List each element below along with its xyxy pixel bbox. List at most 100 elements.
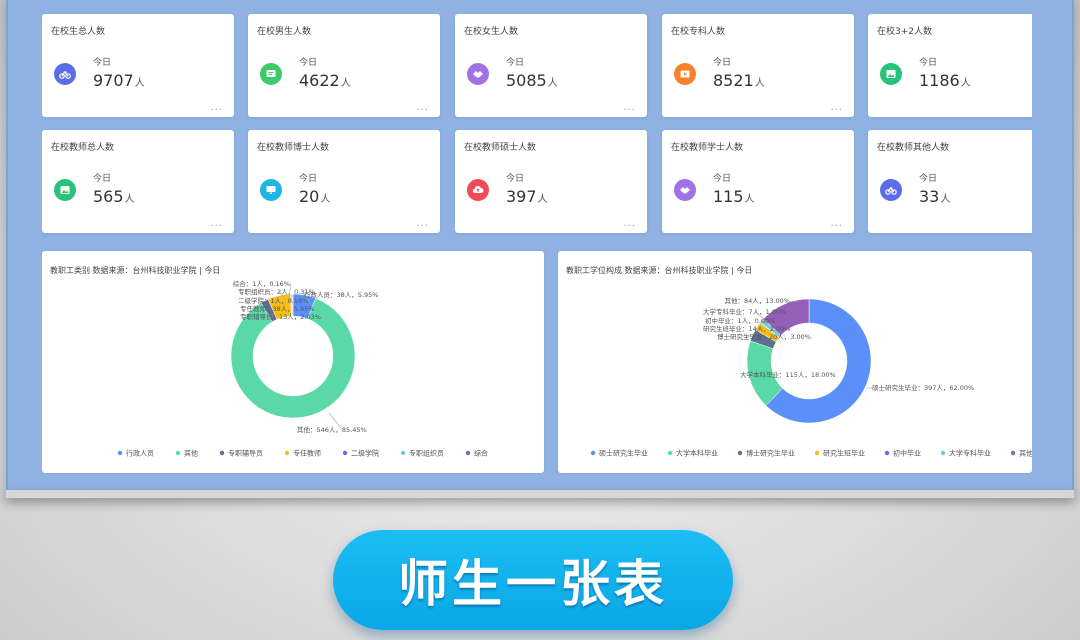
dashboard-screen: 在校生总人数 今日 9707人... 在校男生人数 今日 4622人... 在校女生人数 今日… (42, 14, 1032, 474)
stat-value: 115 (713, 187, 744, 206)
stat-period: 今日 (93, 58, 112, 68)
legend-label[interactable]: 初中毕业 (893, 449, 921, 458)
legend-label[interactable]: 二级学院 (351, 449, 379, 458)
stat-unit: 人 (960, 78, 971, 89)
legend-marker[interactable] (117, 450, 123, 456)
monitor-frame-bottom (6, 490, 1074, 498)
more-icon[interactable]: ... (623, 218, 636, 229)
stat-value-wrap: 9707人 (93, 71, 145, 90)
stat-period: 今日 (713, 58, 732, 68)
stat-period: 今日 (506, 58, 525, 68)
legend-label[interactable]: 硕士研究生毕业 (599, 449, 648, 458)
stat-card[interactable]: 在校教师总人数 今日 565人... (42, 130, 234, 233)
stat-unit: 人 (340, 78, 351, 89)
legend-marker[interactable] (400, 450, 406, 456)
stat-unit: 人 (134, 78, 145, 89)
stat-period: 今日 (713, 174, 732, 184)
stat-value: 5085 (506, 71, 547, 90)
stat-title: 在校专科人数 (671, 27, 726, 37)
stat-value: 565 (93, 187, 124, 206)
slice-label: 综合：1人，0.16% (233, 279, 290, 288)
more-icon[interactable]: ... (210, 218, 223, 229)
legend-marker[interactable] (219, 450, 225, 456)
stat-title: 在校女生人数 (464, 27, 519, 37)
more-icon[interactable]: ... (416, 102, 429, 113)
slice-label: 博士研究生毕业：20人，3.00% (717, 332, 811, 341)
legend-marker[interactable] (175, 450, 181, 456)
stat-card[interactable]: 在校3+2人数今日1186人... (868, 14, 1032, 117)
stat-value-wrap: 20人 (299, 187, 330, 206)
stat-value-wrap: 397人 (506, 187, 548, 206)
legend-label[interactable]: 专职组织员 (409, 449, 444, 458)
legend-marker[interactable] (940, 450, 946, 456)
stat-value-wrap: 4622人 (299, 71, 351, 90)
stat-card[interactable]: 在校教师博士人数 今日 20人... (248, 130, 440, 233)
stat-value: 20 (299, 187, 320, 206)
legend-label[interactable]: 大学本科毕业 (676, 449, 718, 458)
slice-label: 初中毕业：1人，0.00% (705, 316, 775, 325)
chart-card-staff-category: 教职工类别 数据来源：台州科技职业学院 | 今日 行政人员：38人，5.95% 其… (42, 251, 544, 473)
stat-card[interactable]: 在校生总人数 今日 9707人... (42, 14, 234, 117)
stat-value-wrap: 33人 (919, 187, 950, 206)
stat-title: 在校3+2人数 (877, 27, 932, 37)
legend-marker[interactable] (590, 450, 596, 456)
slice-label: 二级学院：1人，0.16% (238, 296, 308, 305)
legend-marker[interactable] (465, 450, 471, 456)
legend-label[interactable]: 博士研究生毕业 (746, 449, 795, 458)
legend-marker[interactable] (1010, 450, 1016, 456)
donut-chart-staff-degree: 硕士研究生毕业：397人，62.00% 大学本科毕业：115人，18.00% 博士研… (590, 296, 1032, 458)
stat-card[interactable]: 在校男生人数 今日 4622人... (248, 14, 440, 117)
stat-value: 9707 (93, 71, 134, 90)
legend-marker[interactable] (342, 450, 348, 456)
legend-label[interactable]: 大学专科毕业 (949, 449, 991, 458)
legend-label[interactable]: 专任教师 (293, 449, 321, 458)
more-icon[interactable]: ... (830, 218, 843, 229)
stat-unit: 人 (320, 194, 331, 205)
slice-label: 大学专科毕业：7人，1.00% (703, 307, 786, 316)
stat-value-wrap: 565人 (93, 187, 135, 206)
more-icon[interactable]: ... (210, 102, 223, 113)
stat-unit: 人 (754, 78, 765, 89)
stat-period: 今日 (919, 58, 938, 68)
chart-card-staff-degree: 教职工学位构成 数据来源：台州科技职业学院 | 今日 硕士研究生毕业：397人，… (558, 251, 1032, 473)
stat-title: 在校教师硕士人数 (464, 143, 537, 153)
slice-label: 硕士研究生毕业：397人，62.00% (872, 383, 974, 392)
stat-unit: 人 (744, 194, 755, 205)
image-icon (54, 179, 76, 203)
slice-label: 研究生班毕业：14人，2.00% (703, 324, 790, 333)
stat-period: 今日 (919, 174, 938, 184)
stat-value: 397 (506, 187, 537, 206)
legend-label[interactable]: 研究生班毕业 (823, 449, 865, 458)
legend-marker[interactable] (284, 450, 290, 456)
monitor-icon (260, 179, 282, 203)
slice-label: 专职辅导员：13人，2.03% (240, 312, 321, 321)
handshake-icon (467, 63, 489, 87)
legend-label[interactable]: 其他 (184, 449, 198, 458)
stat-unit: 人 (940, 194, 951, 205)
legend-label[interactable]: 其他 (1019, 449, 1032, 458)
legend-marker[interactable] (737, 450, 743, 456)
stat-card[interactable]: 在校专科人数今日 8521人... (662, 14, 854, 117)
legend-marker[interactable] (884, 450, 890, 456)
cloud-upload-icon (467, 179, 489, 203)
stat-card[interactable]: 在校女生人数今日 5085人... (455, 14, 647, 117)
stat-value: 4622 (299, 71, 340, 90)
legend-marker[interactable] (814, 450, 820, 456)
stat-value: 33 (919, 187, 940, 206)
stat-value-wrap: 8521人 (713, 71, 765, 90)
stat-card[interactable]: 在校教师硕士人数 今日 397人... (455, 130, 647, 233)
stat-card[interactable]: 在校教师其他人数今日33人... (868, 130, 1032, 233)
stat-value-wrap: 115人 (713, 187, 755, 206)
legend-label[interactable]: 综合 (474, 449, 488, 458)
more-icon[interactable]: ... (830, 102, 843, 113)
legend-marker[interactable] (667, 450, 673, 456)
stat-title: 在校教师学士人数 (671, 143, 744, 153)
legend-label[interactable]: 行政人员 (126, 449, 154, 458)
legend-label[interactable]: 专职辅导员 (228, 449, 263, 458)
stat-card[interactable]: 在校教师学士人数今日 115人... (662, 130, 854, 233)
bicycle-icon (54, 63, 76, 87)
stat-period: 今日 (299, 174, 318, 184)
more-icon[interactable]: ... (623, 102, 636, 113)
more-icon[interactable]: ... (416, 218, 429, 229)
stat-value-wrap: 5085人 (506, 71, 558, 90)
